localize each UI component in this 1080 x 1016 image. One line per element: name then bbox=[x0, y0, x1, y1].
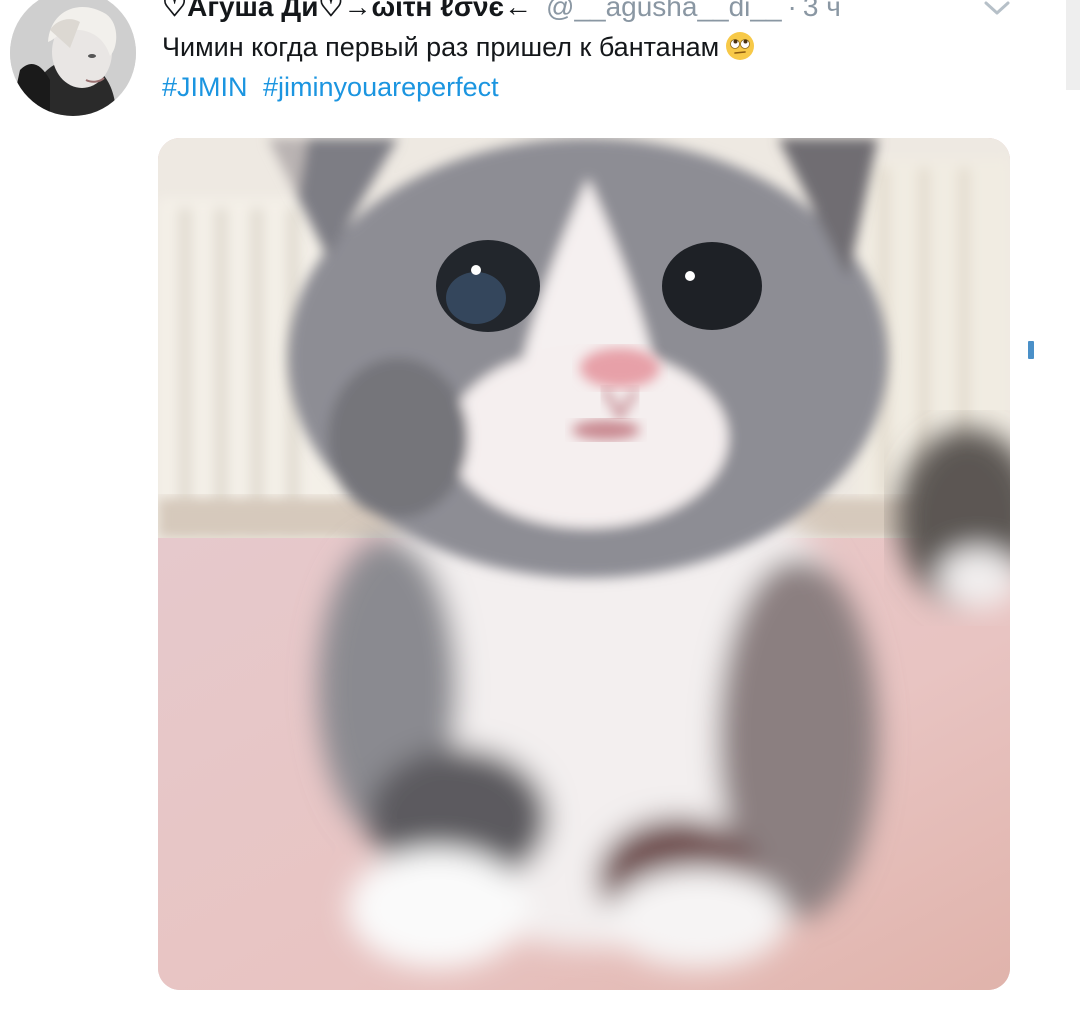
tweet: ♡Агуша Ди♡→ωιτн ℓσνє← @__agusha__di__ · … bbox=[0, 0, 1080, 1016]
tweet-text-body: Чимин когда первый раз пришел к бантанам bbox=[162, 32, 720, 62]
display-name[interactable]: ♡Агуша Ди♡→ωιτн ℓσνє← bbox=[162, 0, 532, 23]
scroll-indicator bbox=[1028, 341, 1034, 359]
avatar[interactable] bbox=[10, 0, 136, 116]
chevron-down-icon[interactable] bbox=[982, 0, 1012, 16]
hashtag-list: #JIMIN #jiminyouareperfect bbox=[162, 68, 507, 106]
hashtag-jimin[interactable]: #JIMIN bbox=[162, 72, 248, 102]
face-with-rolling-eyes-emoji bbox=[726, 32, 755, 60]
hashtag-jiminyouareperfect[interactable]: #jiminyouareperfect bbox=[263, 72, 499, 102]
avatar-photo bbox=[10, 0, 136, 116]
tweet-media[interactable] bbox=[158, 138, 1010, 990]
screen-edge bbox=[1066, 0, 1080, 90]
tweet-header: ♡Агуша Ди♡→ωιτн ℓσνє← @__agusha__di__ · … bbox=[162, 0, 841, 23]
tweet-text: Чимин когда первый раз пришел к бантанам bbox=[162, 28, 755, 66]
separator-dot: · bbox=[787, 0, 797, 22]
timestamp[interactable]: 3 ч bbox=[803, 0, 841, 23]
cat-photo bbox=[158, 138, 1010, 990]
user-handle[interactable]: @__agusha__di__ bbox=[546, 0, 782, 23]
